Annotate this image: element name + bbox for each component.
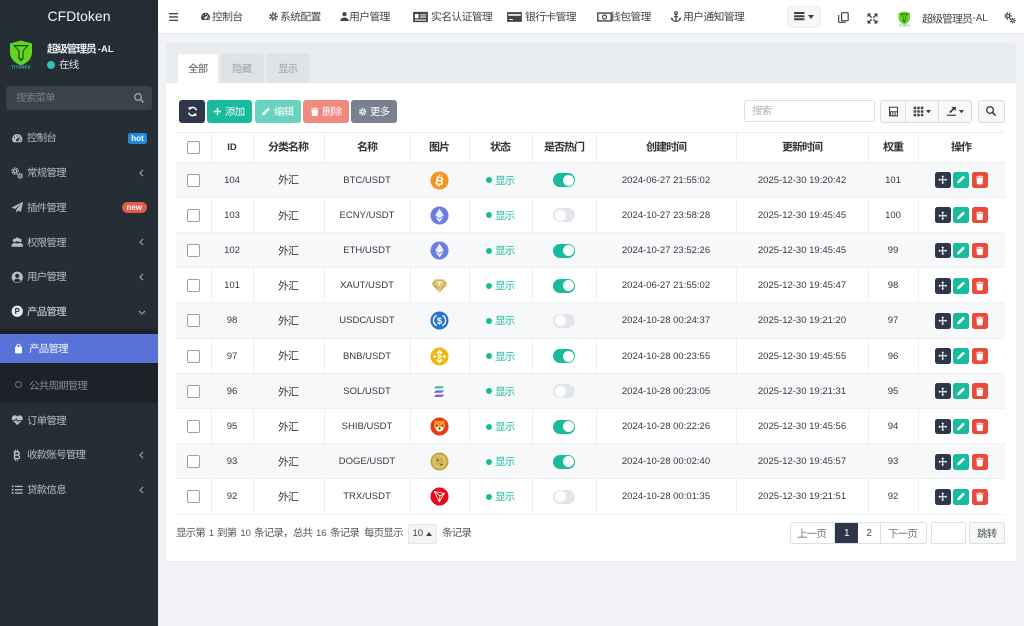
svg-text:$: $: [437, 316, 443, 327]
svg-text:TITANFX: TITANFX: [11, 65, 31, 69]
svg-text:P: P: [14, 307, 19, 316]
svg-text:TITANFX: TITANFX: [898, 23, 909, 26]
